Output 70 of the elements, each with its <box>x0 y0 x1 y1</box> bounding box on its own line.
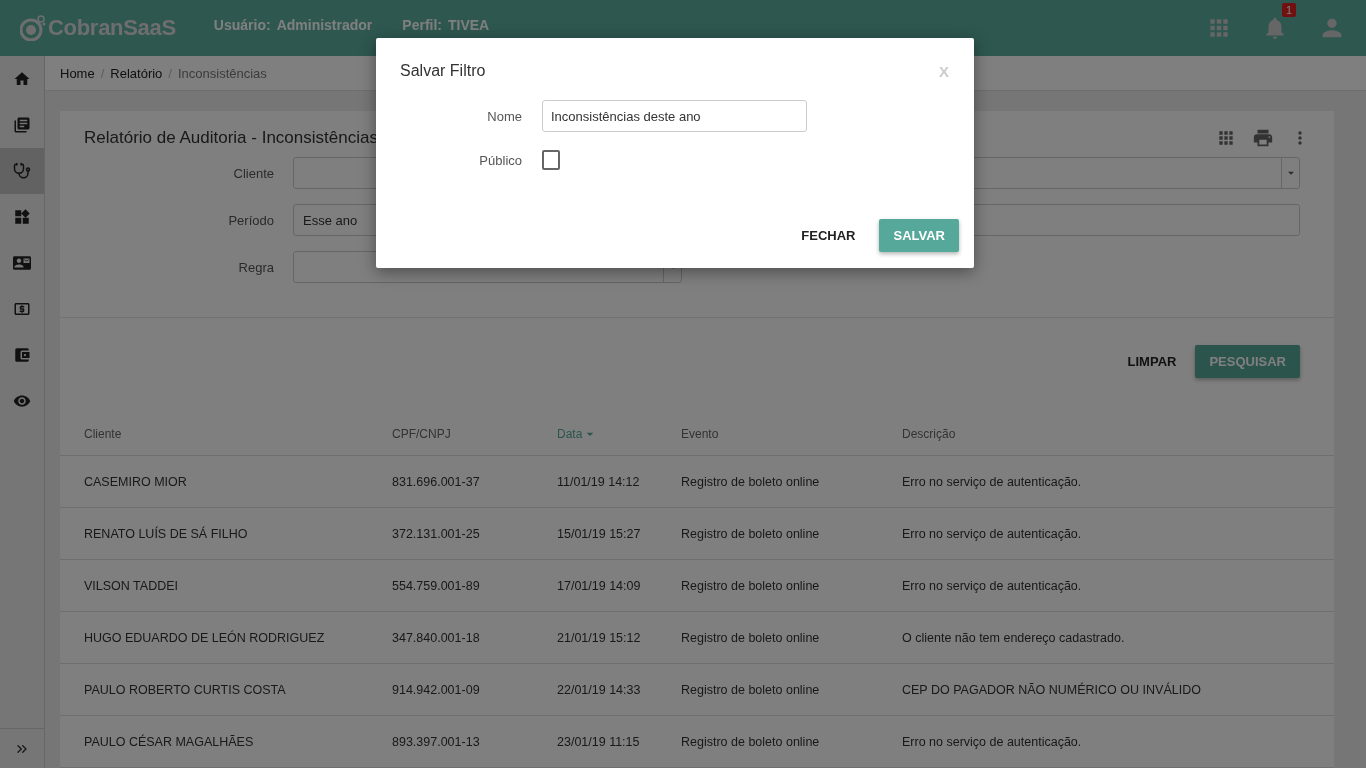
table-cell: HUGO EDUARDO DE LEÓN RODRIGUEZ <box>60 612 392 664</box>
columns-icon[interactable] <box>1216 128 1236 148</box>
table-cell: 893.397.001-13 <box>392 716 557 768</box>
table-cell: PAULO ROBERTO CURTIS COSTA <box>60 664 392 716</box>
sidebar-item[interactable] <box>0 148 44 194</box>
table-cell: 831.696.001-37 <box>392 456 557 508</box>
notification-badge: 1 <box>1281 3 1296 17</box>
table-cell: Erro no serviço de autenticação. <box>902 560 1334 612</box>
profile-label: Perfil: <box>402 17 442 33</box>
sidebar-icon <box>13 162 31 180</box>
sidebar-icon <box>13 254 31 272</box>
column-header[interactable]: CPF/CNPJ <box>392 426 557 456</box>
table-cell: CEP DO PAGADOR NÃO NUMÉRICO OU INVÁLIDO <box>902 664 1334 716</box>
table-cell: VILSON TADDEI <box>60 560 392 612</box>
table-cell: PAULO CÉSAR MAGALHÃES <box>60 716 392 768</box>
table-cell: 23/01/19 11:15 <box>557 716 681 768</box>
logo-icon <box>20 15 46 41</box>
column-header[interactable]: Descrição <box>902 426 1334 456</box>
table-cell: Registro de boleto online <box>681 716 902 768</box>
filter-label: Cliente <box>232 165 274 181</box>
table-cell: Registro de boleto online <box>681 508 902 560</box>
column-header[interactable]: Data <box>557 426 681 456</box>
breadcrumb-separator: / <box>100 65 105 81</box>
table-cell: O cliente não tem endereço cadastrado. <box>902 612 1334 664</box>
profile-name: TIVEA <box>448 17 490 33</box>
table-cell: 22/01/19 14:33 <box>557 664 681 716</box>
breadcrumb-link[interactable]: Home <box>60 65 95 81</box>
dialog-title: Salvar Filtro <box>400 62 486 80</box>
close-dialog-button[interactable]: FECHAR <box>799 222 858 249</box>
filter-label: Regra <box>237 259 274 275</box>
table-cell: 17/01/19 14:09 <box>557 560 681 612</box>
table-cell: 347.840.001-18 <box>392 612 557 664</box>
table-cell: Erro no serviço de autenticação. <box>902 716 1334 768</box>
table-cell: 21/01/19 15:12 <box>557 612 681 664</box>
sidebar-icon <box>13 300 31 318</box>
table-cell: 914.942.001-09 <box>392 664 557 716</box>
breadcrumb-link[interactable]: Relatório <box>110 65 163 81</box>
clear-button[interactable]: LIMPAR <box>1125 347 1179 375</box>
save-button[interactable]: SALVAR <box>879 219 959 252</box>
column-header[interactable]: Cliente <box>60 426 392 456</box>
table-cell: 372.131.001-25 <box>392 508 557 560</box>
table-cell: CASEMIRO MIOR <box>60 456 392 508</box>
column-header[interactable]: Evento <box>681 426 902 456</box>
sidebar-icon <box>13 116 31 134</box>
table-cell: Erro no serviço de autenticação. <box>902 508 1334 560</box>
report-title: Relatório de Auditoria - Inconsistências <box>84 128 378 148</box>
table-cell: RENATO LUÍS DE SÁ FILHO <box>60 508 392 560</box>
search-button[interactable]: PESQUISAR <box>1195 344 1300 378</box>
table-cell: 554.759.001-89 <box>392 560 557 612</box>
table-cell: Registro de boleto online <box>681 456 902 508</box>
user-name: Administrador <box>276 17 373 33</box>
name-label: Nome <box>486 108 522 124</box>
filter-label: Período <box>227 212 274 228</box>
public-label: Público <box>478 152 522 168</box>
print-icon[interactable] <box>1252 127 1274 149</box>
table-cell: Registro de boleto online <box>681 560 902 612</box>
public-checkbox[interactable] <box>542 150 560 170</box>
breadcrumb-separator: / <box>168 65 172 81</box>
sidebar-icon <box>13 346 31 364</box>
name-field[interactable]: Inconsistências deste ano <box>542 100 807 132</box>
table-cell: 11/01/19 14:12 <box>557 456 681 508</box>
table-cell: Erro no serviço de autenticação. <box>902 456 1334 508</box>
brand-name: CobranSaaS <box>48 15 176 41</box>
table-cell: Registro de boleto online <box>681 612 902 664</box>
sidebar-icon <box>13 70 31 88</box>
sidebar-icon <box>13 208 31 226</box>
table-cell: 15/01/19 15:27 <box>557 508 681 560</box>
table-cell: Registro de boleto online <box>681 664 902 716</box>
sidebar-icon <box>13 392 31 410</box>
user-label: Usuário: <box>213 17 271 33</box>
